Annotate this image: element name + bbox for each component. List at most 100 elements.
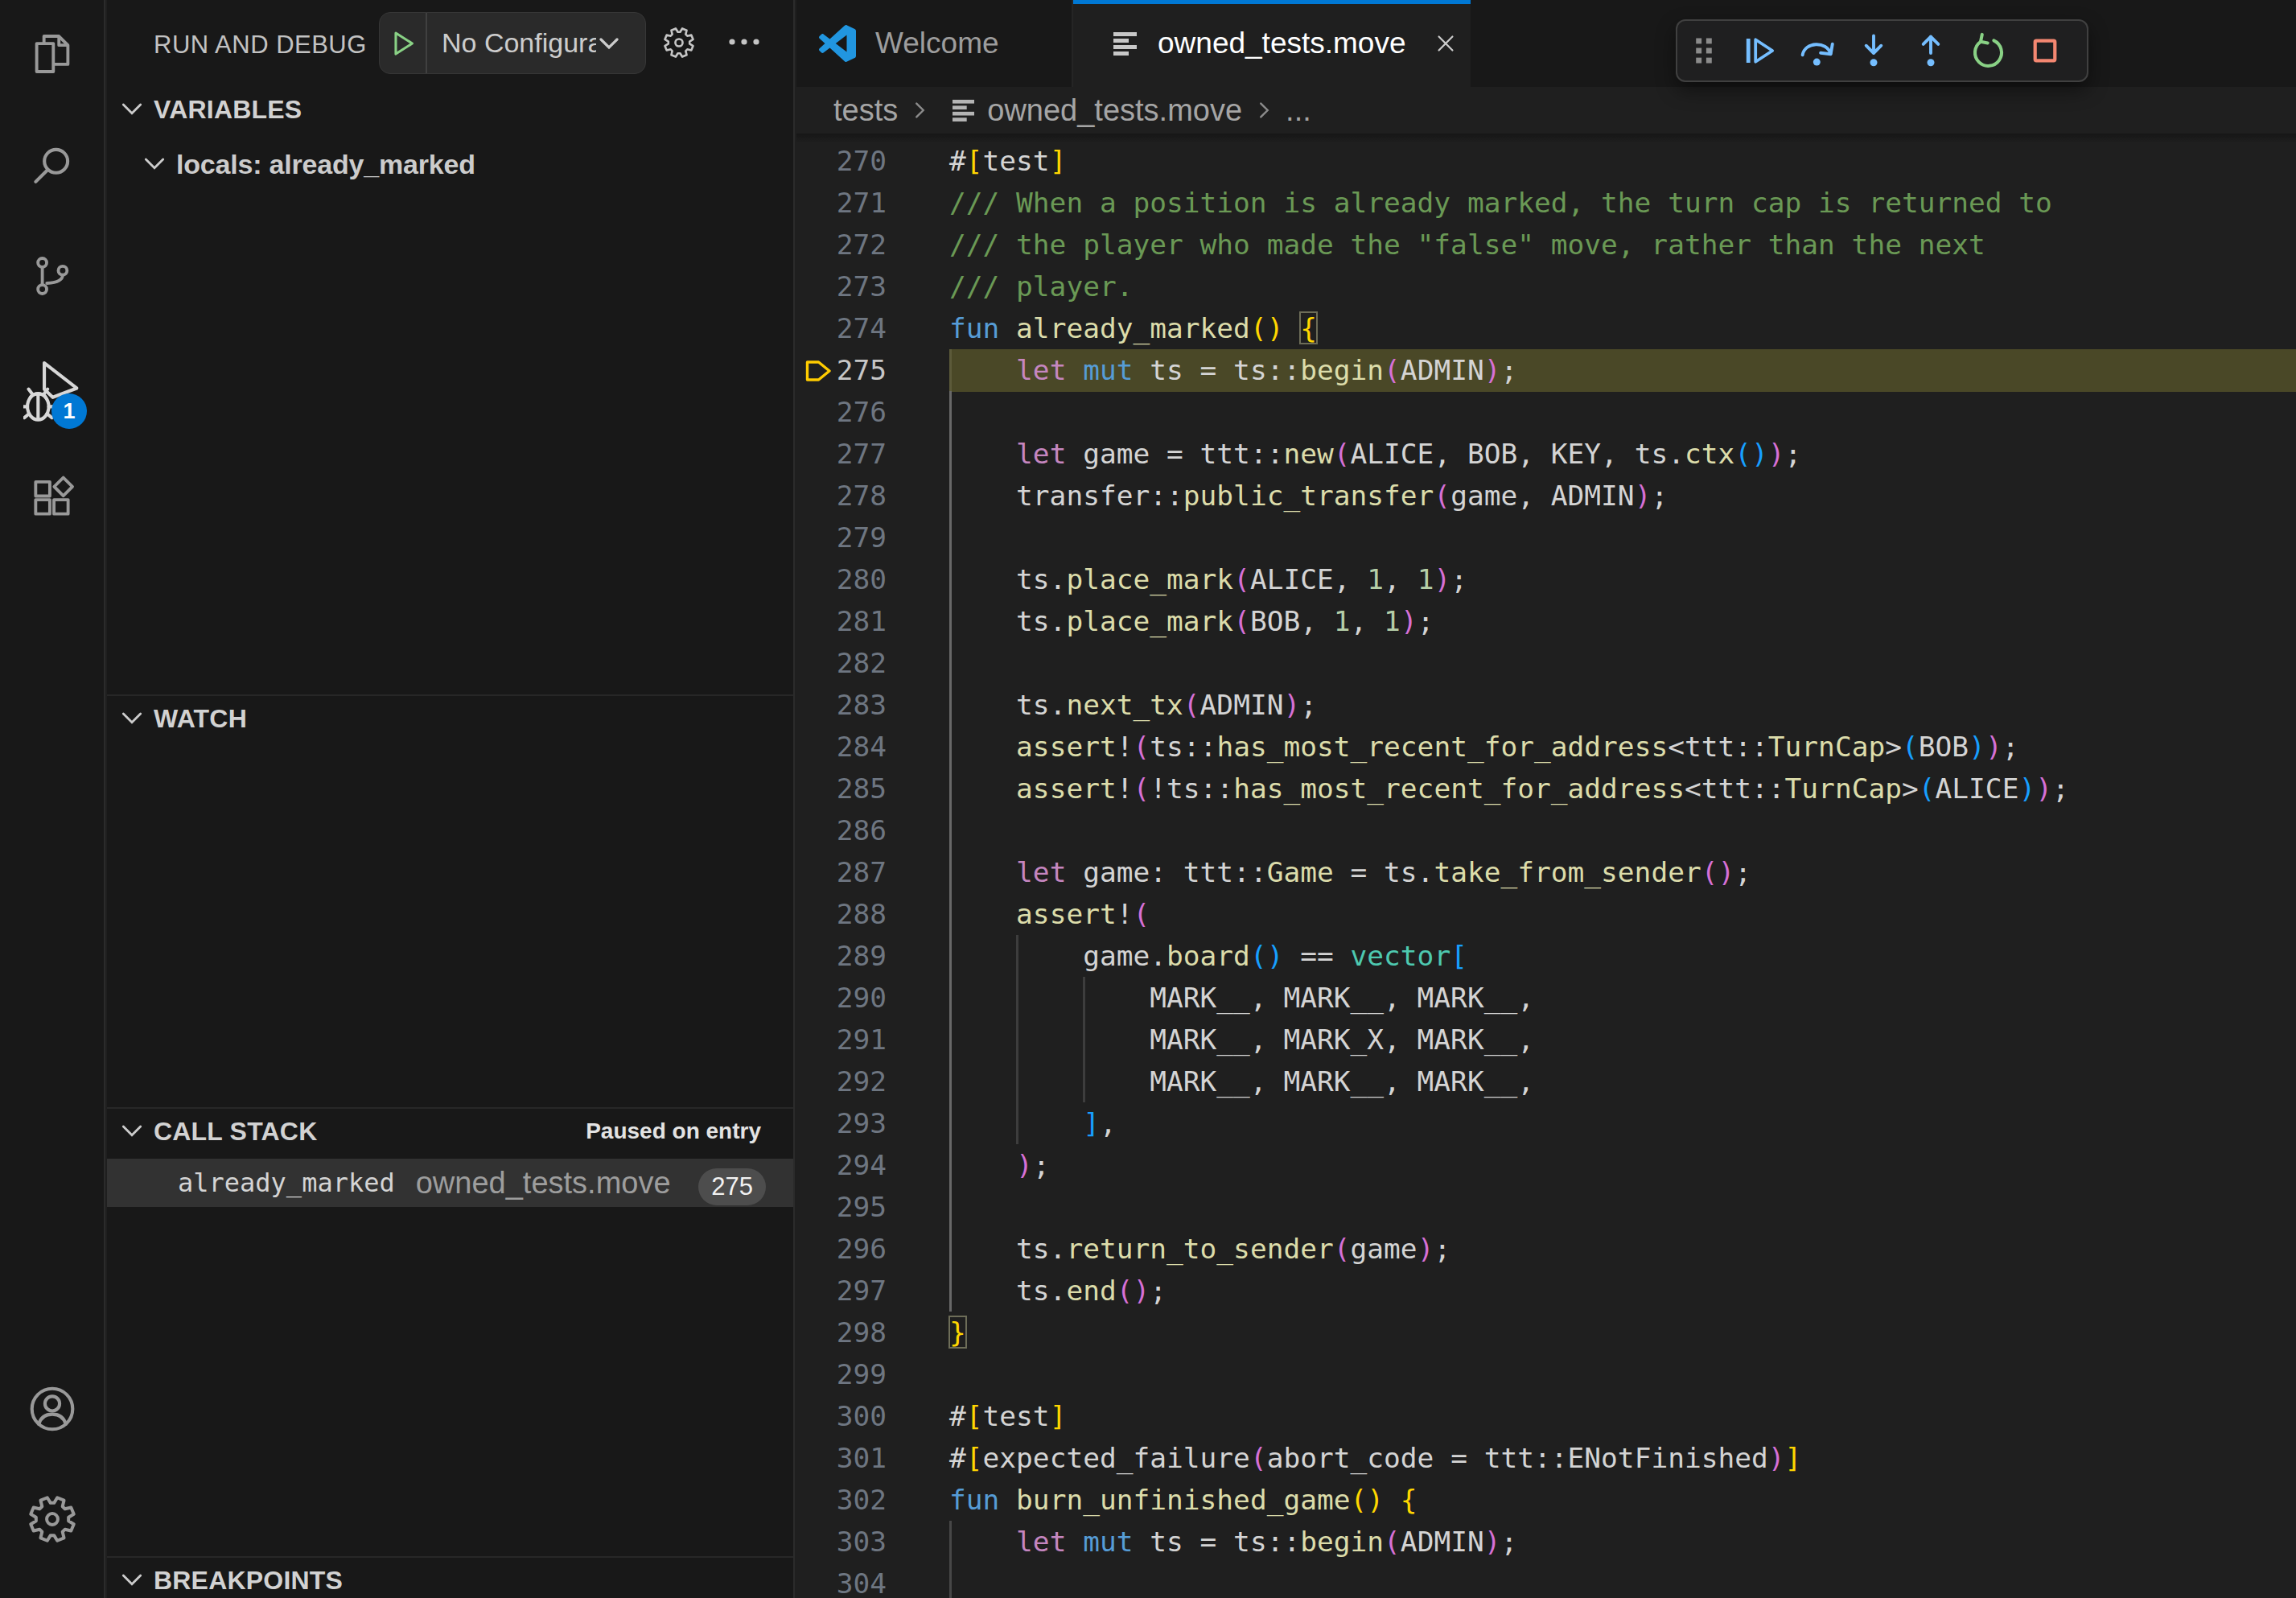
line-number: 294	[796, 1144, 887, 1186]
tab-welcome[interactable]: Welcome	[796, 0, 1073, 87]
code-text: fun burn_unfinished_game() {	[949, 1479, 1418, 1521]
more-actions-icon[interactable]	[728, 36, 760, 47]
breakpoints-section-label: BREAKPOINTS	[154, 1566, 343, 1596]
debug-configuration-select[interactable]: No Configurations	[442, 27, 596, 59]
code-line-285[interactable]: 285 assert!(!ts::has_most_recent_for_add…	[796, 768, 2296, 809]
line-number: 282	[796, 642, 887, 684]
stack-frame-file: owned_tests.move	[416, 1166, 671, 1201]
breakpoints-section-header[interactable]: BREAKPOINTS	[107, 1556, 793, 1598]
start-debugging-play-icon[interactable]	[380, 13, 427, 73]
call-stack-section-header[interactable]: CALL STACK Paused on entry	[107, 1107, 793, 1154]
code-line-294[interactable]: 294 );	[796, 1144, 2296, 1186]
code-area[interactable]: 270#[test]271/// When a position is alre…	[796, 134, 2296, 1598]
code-line-293[interactable]: 293 ],	[796, 1102, 2296, 1144]
code-line-284[interactable]: 284 assert!(ts::has_most_recent_for_addr…	[796, 726, 2296, 768]
line-number: 299	[796, 1353, 887, 1395]
code-line-296[interactable]: 296 ts.return_to_sender(game);	[796, 1228, 2296, 1270]
code-text: fun already_marked() {	[949, 307, 1317, 349]
code-line-291[interactable]: 291 MARK__, MARK_X, MARK__,	[796, 1019, 2296, 1061]
code-line-282[interactable]: 282	[796, 642, 2296, 684]
chevron-down-icon	[117, 703, 147, 734]
code-line-276[interactable]: 276	[796, 391, 2296, 433]
code-text: ts.place_mark(ALICE, 1, 1);	[949, 558, 1467, 600]
close-icon[interactable]	[1434, 31, 1458, 56]
code-line-299[interactable]: 299	[796, 1353, 2296, 1395]
indent-guide	[1083, 977, 1085, 1102]
line-number: 272	[796, 224, 887, 266]
code-line-271[interactable]: 271/// When a position is already marked…	[796, 182, 2296, 224]
code-line-283[interactable]: 283 ts.next_tx(ADMIN);	[796, 684, 2296, 726]
line-number: 295	[796, 1186, 887, 1228]
code-line-281[interactable]: 281 ts.place_mark(BOB, 1, 1);	[796, 600, 2296, 642]
line-number: 302	[796, 1479, 887, 1521]
code-line-279[interactable]: 279	[796, 517, 2296, 558]
account-icon[interactable]	[0, 1382, 104, 1435]
start-debugging-control[interactable]: No Configurations	[379, 12, 646, 74]
tab-owned-tests[interactable]: owned_tests.move	[1073, 0, 1471, 87]
debug-step-out-button[interactable]	[1902, 19, 1959, 82]
locals-scope-row[interactable]: locals: already_marked	[107, 141, 793, 187]
watch-section-header[interactable]: WATCH	[107, 694, 793, 741]
stack-frame-line-badge: 275	[698, 1168, 766, 1205]
debug-stop-button[interactable]	[2016, 19, 2073, 82]
code-line-302[interactable]: 302 fun burn_unfinished_game() {	[796, 1479, 2296, 1521]
debug-settings-gear-icon[interactable]	[662, 26, 696, 60]
line-number: 298	[796, 1312, 887, 1353]
gripper-icon[interactable]	[1677, 19, 1730, 82]
line-number: 291	[796, 1019, 887, 1061]
breadcrumb-symbol[interactable]: ...	[1286, 93, 1311, 128]
debug-step-into-button[interactable]	[1845, 19, 1902, 82]
code-line-298[interactable]: 298}	[796, 1312, 2296, 1353]
breadcrumb-folder[interactable]: tests	[833, 93, 898, 128]
variables-section-label: VARIABLES	[154, 95, 302, 125]
code-text: MARK__, MARK__, MARK__,	[949, 977, 1534, 1019]
code-line-301[interactable]: 301#[expected_failure(abort_code = ttt::…	[796, 1437, 2296, 1479]
debug-badge: 1	[51, 393, 87, 429]
extensions-icon[interactable]	[0, 472, 104, 522]
code-line-277[interactable]: 277 let game = ttt::new(ALICE, BOB, KEY,…	[796, 433, 2296, 475]
stack-frame-row[interactable]: already_marked owned_tests.move 275	[107, 1159, 793, 1207]
code-line-300[interactable]: 300#[test]	[796, 1395, 2296, 1437]
line-number: 288	[796, 893, 887, 935]
code-line-286[interactable]: 286	[796, 809, 2296, 851]
line-number: 286	[796, 809, 887, 851]
code-line-288[interactable]: 288 assert!(	[796, 893, 2296, 935]
variables-section-header[interactable]: VARIABLES	[107, 85, 793, 132]
code-line-303[interactable]: 303 let mut ts = ts::begin(ADMIN);	[796, 1521, 2296, 1563]
code-line-274[interactable]: 274fun already_marked() {	[796, 307, 2296, 349]
debug-continue-button[interactable]	[1730, 19, 1788, 82]
code-text: ts.end();	[949, 1270, 1167, 1312]
chevron-down-icon	[139, 149, 170, 179]
code-line-289[interactable]: 289 game.board() == vector[	[796, 935, 2296, 977]
bracket-match-box	[1299, 311, 1318, 344]
settings-gear-icon[interactable]	[0, 1493, 104, 1545]
code-line-278[interactable]: 278 transfer::public_transfer(game, ADMI…	[796, 475, 2296, 517]
line-number: 293	[796, 1102, 887, 1144]
line-number: 278	[796, 475, 887, 517]
code-line-272[interactable]: 272/// the player who made the "false" m…	[796, 224, 2296, 266]
code-line-295[interactable]: 295	[796, 1186, 2296, 1228]
code-line-287[interactable]: 287 let game: ttt::Game = ts.take_from_s…	[796, 851, 2296, 893]
source-control-icon[interactable]	[0, 251, 104, 301]
code-text: game.board() == vector[	[949, 935, 1467, 977]
line-number: 297	[796, 1270, 887, 1312]
code-line-275[interactable]: 275 let mut ts = ts::begin(ADMIN);	[796, 349, 2296, 391]
watch-section-label: WATCH	[154, 704, 247, 734]
code-line-290[interactable]: 290 MARK__, MARK__, MARK__,	[796, 977, 2296, 1019]
file-lines-icon	[953, 99, 974, 121]
search-icon[interactable]	[0, 141, 104, 191]
explorer-icon[interactable]	[0, 29, 104, 79]
code-line-270[interactable]: 270#[test]	[796, 140, 2296, 182]
debug-step-over-button[interactable]	[1788, 19, 1845, 82]
line-number: 271	[796, 182, 887, 224]
vscode-logo-icon	[819, 25, 856, 62]
run-and-debug-sidebar: RUN AND DEBUG No Configurations VARIABLE…	[107, 0, 795, 1598]
code-line-292[interactable]: 292 MARK__, MARK__, MARK__,	[796, 1061, 2296, 1102]
code-line-280[interactable]: 280 ts.place_mark(ALICE, 1, 1);	[796, 558, 2296, 600]
line-number: 283	[796, 684, 887, 726]
debug-restart-button[interactable]	[1959, 19, 2016, 82]
code-line-304[interactable]: 304	[796, 1563, 2296, 1598]
code-line-273[interactable]: 273/// player.	[796, 266, 2296, 307]
code-line-297[interactable]: 297 ts.end();	[796, 1270, 2296, 1312]
breadcrumb-file[interactable]: owned_tests.move	[987, 93, 1242, 128]
